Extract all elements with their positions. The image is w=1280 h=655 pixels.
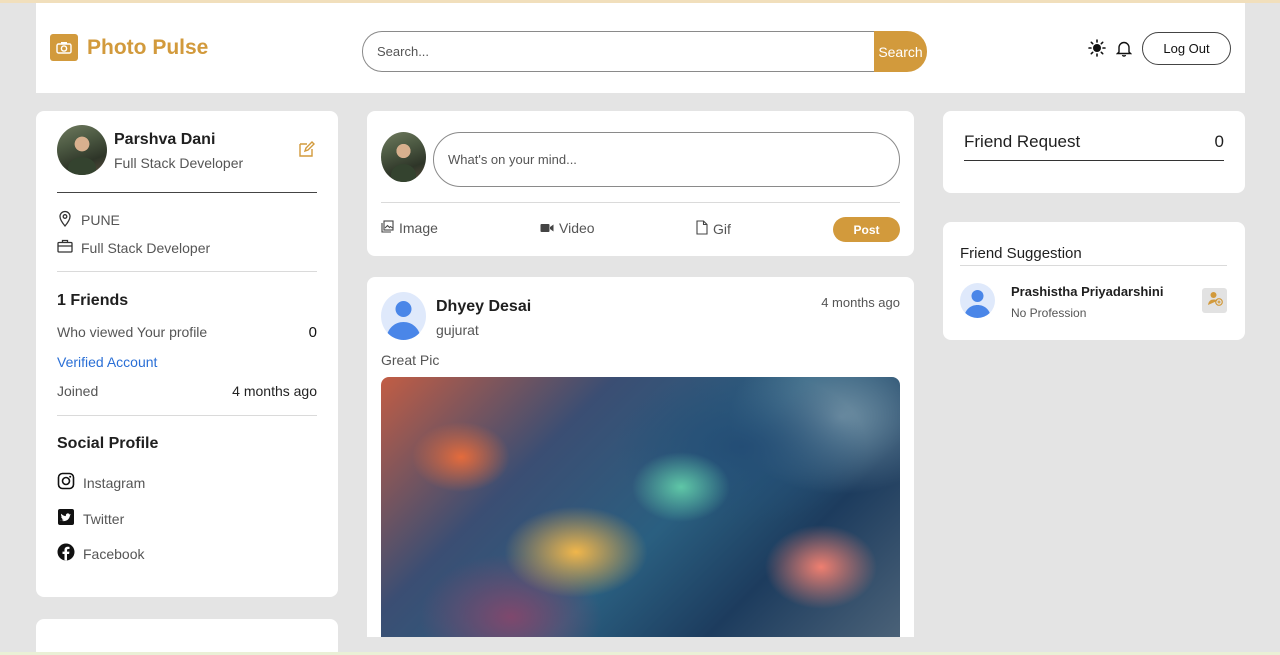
- logout-button[interactable]: Log Out: [1142, 32, 1231, 65]
- action-label: Video: [559, 220, 595, 236]
- friend-request-card: Friend Request 0: [943, 111, 1245, 193]
- add-image-button[interactable]: Image: [381, 220, 438, 236]
- user-avatar-icon[interactable]: [960, 283, 995, 318]
- friend-suggestion-card: Friend Suggestion Prashistha Priyadarshi…: [943, 222, 1245, 340]
- joined-row: Joined 4 months ago: [57, 383, 317, 399]
- profile-views-row: Who viewed Your profile 0: [57, 324, 317, 341]
- instagram-icon: [57, 472, 75, 493]
- social-link-label: Instagram: [83, 474, 146, 491]
- social-profile-heading: Social Profile: [57, 435, 159, 452]
- search-input[interactable]: [362, 31, 874, 72]
- bell-icon[interactable]: [1115, 40, 1133, 62]
- occupation-row: Full Stack Developer: [57, 239, 210, 256]
- create-post-card: Image Video Gif Post: [367, 111, 914, 256]
- post-input[interactable]: [433, 132, 900, 187]
- social-link-instagram[interactable]: Instagram: [57, 472, 145, 493]
- verified-row: Verified Account: [57, 354, 317, 370]
- verified-account-link[interactable]: Verified Account: [57, 354, 157, 370]
- add-user-icon: [1207, 290, 1223, 311]
- post-author[interactable]: Dhyey Desai: [436, 298, 531, 316]
- gif-icon: [696, 220, 708, 238]
- add-video-button[interactable]: Video: [540, 220, 595, 236]
- logo[interactable]: Photo Pulse: [50, 34, 208, 61]
- video-icon: [540, 220, 554, 236]
- add-gif-button[interactable]: Gif: [696, 220, 731, 238]
- suggested-user-profession: No Profession: [1011, 306, 1087, 320]
- location-text: PUNE: [81, 212, 120, 228]
- divider: [57, 415, 317, 416]
- action-label: Gif: [713, 221, 731, 237]
- profile-name[interactable]: Parshva Dani: [114, 131, 215, 149]
- divider: [57, 271, 317, 272]
- avatar[interactable]: [57, 125, 107, 175]
- social-link-twitter[interactable]: Twitter: [57, 508, 124, 529]
- divider: [960, 265, 1227, 266]
- user-avatar-icon[interactable]: [381, 292, 426, 340]
- nav-icons: [1088, 39, 1133, 62]
- post-timestamp: 4 months ago: [821, 295, 900, 310]
- action-label: Image: [399, 220, 438, 236]
- briefcase-icon: [57, 239, 73, 256]
- divider: [381, 202, 900, 203]
- occupation-text: Full Stack Developer: [81, 239, 211, 256]
- secondary-card: [36, 619, 338, 655]
- profile-views-count: 0: [308, 324, 317, 341]
- social-link-facebook[interactable]: Facebook: [57, 543, 144, 564]
- app-name: Photo Pulse: [87, 35, 209, 59]
- suggested-user-name[interactable]: Prashistha Priyadarshini: [1011, 284, 1163, 299]
- avatar[interactable]: [381, 132, 426, 182]
- post-caption: Great Pic: [381, 352, 440, 368]
- location-pin-icon: [57, 210, 73, 230]
- profile-views-label: Who viewed Your profile: [57, 324, 208, 340]
- profile-role: Full Stack Developer: [114, 155, 244, 171]
- post-image[interactable]: [381, 377, 900, 637]
- image-icon: [381, 220, 394, 236]
- friends-count[interactable]: 1 Friends: [57, 292, 128, 310]
- post-location: gujurat: [436, 322, 479, 338]
- add-friend-button[interactable]: [1202, 288, 1227, 313]
- friend-request-header[interactable]: Friend Request 0: [964, 132, 1224, 161]
- friend-request-title: Friend Request: [964, 132, 1081, 151]
- sun-icon[interactable]: [1088, 39, 1106, 62]
- friend-suggestion-title: Friend Suggestion: [960, 245, 1082, 262]
- search-button[interactable]: Search: [874, 31, 927, 72]
- joined-value: 4 months ago: [232, 383, 317, 399]
- friend-request-count: 0: [1214, 132, 1224, 151]
- search-form: Search: [362, 31, 927, 72]
- feed-post: Dhyey Desai gujurat 4 months ago Great P…: [367, 277, 914, 637]
- post-button[interactable]: Post: [833, 217, 900, 242]
- edit-icon[interactable]: [298, 141, 315, 163]
- social-link-label: Twitter: [83, 510, 125, 527]
- profile-card: Parshva Dani Full Stack Developer PUNE F…: [36, 111, 338, 597]
- divider: [57, 192, 317, 193]
- joined-label: Joined: [57, 383, 99, 399]
- camera-icon: [50, 34, 78, 61]
- facebook-icon: [57, 543, 75, 564]
- twitter-icon: [57, 508, 75, 529]
- navbar: Photo Pulse Search Log Out: [36, 3, 1245, 93]
- location-row: PUNE: [57, 210, 120, 230]
- social-link-label: Facebook: [83, 545, 145, 562]
